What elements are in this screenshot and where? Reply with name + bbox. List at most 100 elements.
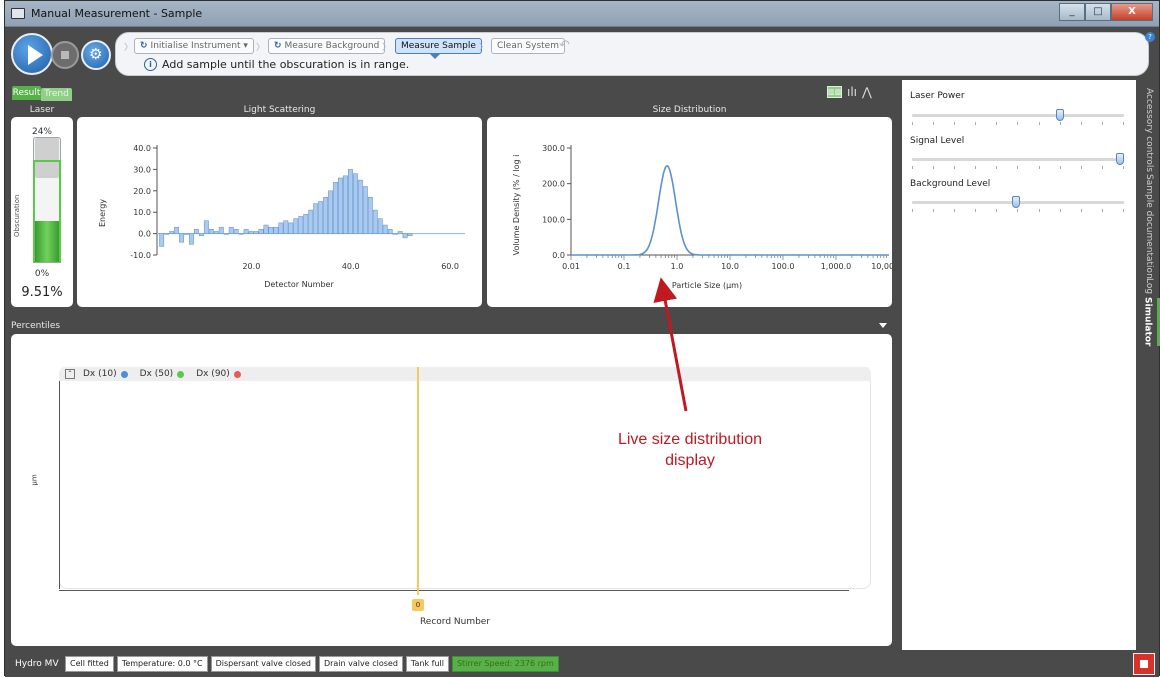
ls-bar bbox=[318, 201, 324, 234]
legend-label: Dx (10) bbox=[83, 369, 117, 379]
percentiles-xlabel: Record Number bbox=[419, 617, 491, 627]
percentiles-title: Percentiles bbox=[11, 321, 61, 331]
undo-icon[interactable]: ↶ bbox=[559, 38, 570, 53]
ls-bar bbox=[407, 233, 413, 236]
ls-bar bbox=[362, 186, 368, 234]
ls-bar bbox=[233, 229, 239, 234]
collapse-legend-icon[interactable]: ⌃ bbox=[65, 369, 75, 379]
active-step-pointer bbox=[430, 54, 440, 59]
tab-trend[interactable]: Trend bbox=[41, 88, 72, 101]
ls-bar bbox=[298, 216, 304, 234]
sd-y-tick-label: 100.0 bbox=[542, 215, 565, 224]
signal-level-slider[interactable] bbox=[1116, 153, 1124, 165]
start-measurement-button[interactable] bbox=[11, 33, 53, 75]
step-measure-sample[interactable]: Measure Sample bbox=[395, 38, 482, 54]
tab-log[interactable]: Log bbox=[1138, 276, 1160, 296]
sd-series-line bbox=[571, 165, 889, 256]
ls-bar bbox=[184, 233, 189, 235]
instruction-text: Add sample until the obscuration is in r… bbox=[162, 58, 410, 71]
ls-bar bbox=[328, 190, 334, 234]
laser-power-label: Laser Power bbox=[910, 91, 965, 101]
maximize-button[interactable]: □ bbox=[1085, 3, 1111, 21]
light-scattering-panel: Energy Detector Number 40.0 30.0 20.0 10.0 0… bbox=[77, 117, 482, 307]
laser-min-label: 0% bbox=[34, 269, 50, 279]
obscuration-value: 9.51% bbox=[21, 285, 63, 300]
ls-y-tick-label: 40.0 bbox=[133, 144, 151, 153]
ls-bar bbox=[268, 226, 274, 234]
ls-bar bbox=[169, 231, 175, 234]
step-separator-icon: 〉 bbox=[124, 43, 134, 53]
toolbar: ⚙ 〉 ↻ Initialise Instrument ▾ 〉 ↻ Measure … bbox=[5, 28, 1159, 80]
light-scattering-title: Light Scattering bbox=[243, 105, 316, 115]
ls-bar bbox=[283, 220, 289, 234]
step-label: Measure Sample bbox=[401, 41, 476, 51]
sd-y-tick-label: 300.0 bbox=[542, 144, 565, 153]
legend-item-dx50[interactable]: Dx (50) bbox=[140, 369, 185, 379]
ls-bar bbox=[273, 226, 279, 234]
close-button[interactable]: X bbox=[1111, 3, 1153, 21]
laser-power-track[interactable] bbox=[912, 114, 1124, 117]
tab-sample-documentation[interactable]: Sample documentation bbox=[1138, 174, 1160, 279]
background-level-slider[interactable] bbox=[1012, 196, 1020, 208]
ls-bar bbox=[213, 231, 219, 234]
percentiles-x-axis bbox=[59, 590, 849, 591]
ls-bar bbox=[357, 179, 363, 234]
record-cursor-value[interactable]: 0 bbox=[412, 599, 424, 611]
signal-level-track[interactable] bbox=[912, 158, 1124, 161]
simulator-panel: Laser Power Signal Level Background Leve… bbox=[902, 80, 1136, 650]
ls-bar bbox=[223, 233, 229, 235]
step-label: Clean System bbox=[497, 41, 559, 51]
ls-bar bbox=[194, 229, 199, 234]
tab-result[interactable]: Result bbox=[12, 86, 41, 100]
ls-bar bbox=[208, 229, 214, 234]
bar-view-icon[interactable]: ılı bbox=[847, 85, 857, 99]
collapse-caret-icon[interactable] bbox=[879, 323, 887, 328]
ls-bar bbox=[258, 229, 264, 234]
side-tab-label: Log bbox=[1144, 277, 1154, 295]
legend-item-dx90[interactable]: Dx (90) bbox=[196, 369, 241, 379]
annotation-text: Live size distribution display bbox=[580, 429, 800, 471]
info-icon: i bbox=[144, 58, 157, 71]
step-initialise-instrument[interactable]: ↻ Initialise Instrument ▾ bbox=[134, 38, 254, 54]
app-window: Manual Measurement - Sample _ □ X ⚙ 〉 ↻ I… bbox=[4, 0, 1160, 677]
background-level-label: Background Level bbox=[910, 179, 991, 189]
legend-item-dx10[interactable]: Dx (10) bbox=[83, 369, 128, 379]
step-measure-background[interactable]: ↻ Measure Background bbox=[268, 38, 386, 54]
ls-bar bbox=[392, 233, 398, 235]
step-clean-system[interactable]: Clean System bbox=[491, 38, 565, 54]
minimize-button[interactable]: _ bbox=[1059, 3, 1085, 21]
ls-y-tick-label: -10.0 bbox=[130, 251, 151, 260]
ls-y-tick-label: 30.0 bbox=[133, 165, 151, 174]
tab-accessory-controls[interactable]: Accessory controls bbox=[1138, 86, 1160, 174]
laser-power-slider[interactable] bbox=[1055, 109, 1064, 121]
sd-ylabel: Volume Density (% / log i bbox=[512, 155, 521, 256]
ls-bar bbox=[338, 177, 343, 234]
settings-button[interactable]: ⚙ bbox=[81, 40, 111, 70]
ls-bar bbox=[397, 231, 403, 234]
side-tab-label: Simulator bbox=[1142, 297, 1153, 347]
ls-bar bbox=[248, 231, 254, 234]
obscuration-gauge bbox=[33, 137, 61, 263]
refresh-icon: ↻ bbox=[140, 41, 148, 51]
ls-bar bbox=[402, 233, 408, 239]
split-view-icon[interactable]: ▥▥ bbox=[827, 86, 842, 98]
percentiles-header: Percentiles bbox=[5, 319, 900, 333]
sd-y-tick-label: 0.0 bbox=[552, 251, 565, 260]
ls-bar bbox=[263, 224, 269, 234]
side-tab-strip: Accessory controls Sample documentation … bbox=[1138, 80, 1160, 650]
record-cursor[interactable] bbox=[417, 367, 419, 595]
sd-x-tick-label: 1,000.0 bbox=[821, 262, 852, 271]
ls-x-tick-label: 60.0 bbox=[441, 262, 459, 271]
status-drain-valve: Drain valve closed bbox=[318, 656, 403, 672]
ls-bar bbox=[372, 209, 378, 234]
play-icon bbox=[28, 45, 43, 65]
tab-simulator[interactable]: Simulator bbox=[1138, 297, 1160, 347]
emergency-stop-button[interactable] bbox=[1133, 653, 1155, 675]
line-view-icon[interactable]: ⋀ bbox=[862, 85, 872, 99]
stop-measurement-button[interactable] bbox=[51, 41, 79, 69]
help-icon[interactable]: ? bbox=[1145, 32, 1155, 42]
refresh-icon: ↻ bbox=[274, 41, 282, 51]
status-temperature: Temperature: 0.0 °C bbox=[116, 656, 208, 672]
instruction-row: i Add sample until the obscuration is in… bbox=[144, 58, 409, 71]
chevron-down-icon: ▾ bbox=[240, 41, 248, 51]
